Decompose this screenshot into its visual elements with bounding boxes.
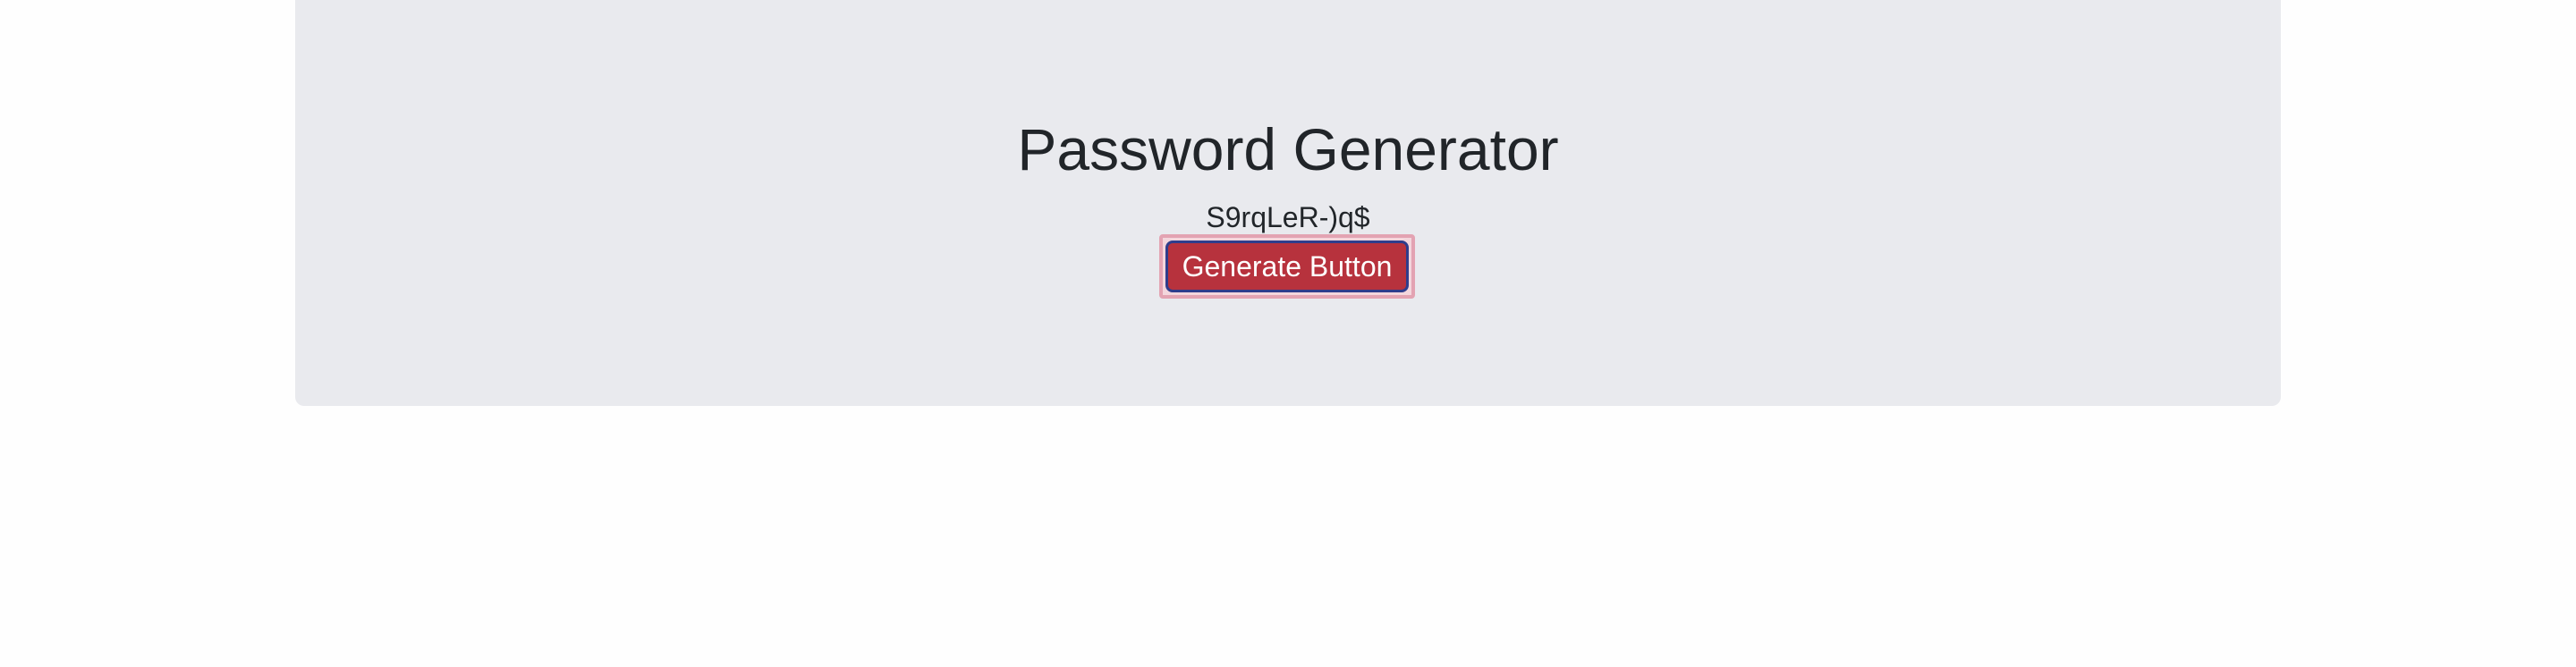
generator-panel: Password Generator S9rqLeR-)q$ Generate …	[295, 0, 2281, 406]
page-title: Password Generator	[1017, 116, 1559, 182]
generate-button[interactable]: Generate Button	[1165, 241, 1409, 292]
generate-button-focus-ring: Generate Button	[1159, 234, 1415, 299]
password-output: S9rqLeR-)q$	[1206, 201, 1370, 233]
